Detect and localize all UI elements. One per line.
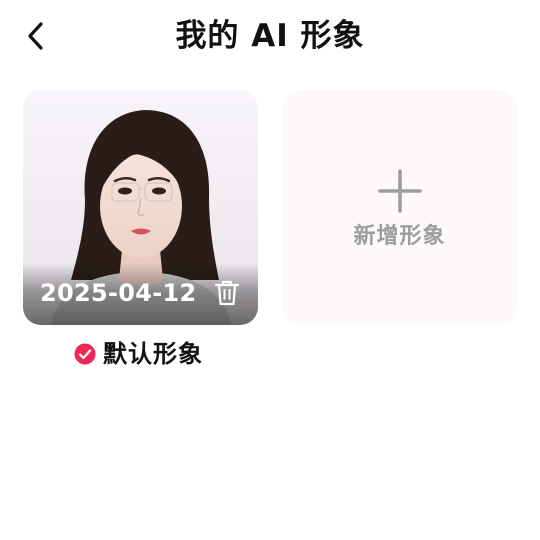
avatar-date: 2025-04-12	[40, 279, 197, 307]
check-circle-icon	[74, 343, 96, 365]
page-title: 我的 AI 形象	[175, 18, 365, 54]
delete-button[interactable]	[214, 279, 240, 307]
plus-icon	[378, 169, 422, 213]
default-avatar-indicator: 默认形象	[74, 337, 203, 371]
add-avatar-button[interactable]: 新增形象	[282, 90, 517, 325]
my-ai-avatar-page: 我的 AI 形象 2025-04-12 新增形象 默认形象	[0, 0, 540, 540]
avatar-card[interactable]: 2025-04-12	[23, 90, 258, 325]
default-avatar-label: 默认形象	[103, 340, 203, 368]
add-avatar-label: 新增形象	[353, 224, 446, 249]
trash-icon	[214, 280, 240, 306]
header: 我的 AI 形象	[0, 0, 540, 70]
